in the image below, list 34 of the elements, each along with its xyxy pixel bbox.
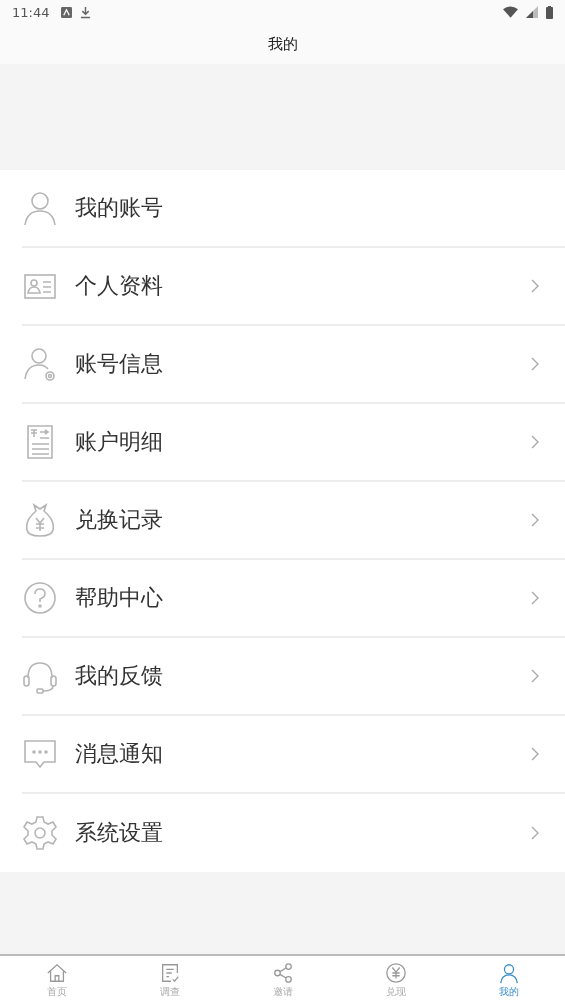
nav-tab[interactable]: 我的 — [452, 956, 565, 1004]
menu-item[interactable]: 帮助中心 — [22, 560, 565, 638]
notification-app-icon — [61, 6, 73, 18]
user-icon — [497, 961, 520, 984]
menu-label: 账户明细 — [75, 428, 164, 456]
page-title: 我的 — [267, 34, 298, 54]
status-time: 11:44 — [12, 4, 50, 20]
menu-label: 兑换记录 — [75, 506, 164, 534]
share-icon — [271, 961, 294, 984]
help-icon — [22, 580, 58, 616]
menu-label: 帮助中心 — [75, 584, 164, 612]
menu-item[interactable]: 消息通知 — [22, 716, 565, 794]
menu-label: 账号信息 — [75, 350, 164, 378]
menu-label: 消息通知 — [75, 740, 164, 768]
settings-icon — [22, 815, 58, 851]
menu-item[interactable]: 我的反馈 — [22, 638, 565, 716]
menu-item[interactable]: 兑换记录 — [22, 482, 565, 560]
battery-icon — [546, 5, 553, 19]
menu-item[interactable]: 账户明细 — [22, 404, 565, 482]
home-icon — [45, 961, 68, 984]
menu-item[interactable]: 账号信息 — [22, 326, 565, 404]
menu-label: 系统设置 — [75, 819, 164, 847]
menu-item[interactable]: 系统设置 — [22, 794, 565, 872]
menu-item[interactable]: 个人资料 — [22, 248, 565, 326]
menu-item[interactable]: 我的账号 — [22, 170, 565, 248]
menu-label: 个人资料 — [75, 272, 164, 300]
wifi-icon — [503, 6, 518, 18]
menu-label: 我的反馈 — [75, 662, 164, 690]
menu-label: 我的账号 — [75, 194, 164, 222]
download-icon — [80, 5, 92, 19]
user-settings-icon — [22, 346, 58, 382]
signal-icon — [526, 6, 538, 18]
user-icon — [22, 190, 58, 226]
yen-icon — [384, 961, 407, 984]
